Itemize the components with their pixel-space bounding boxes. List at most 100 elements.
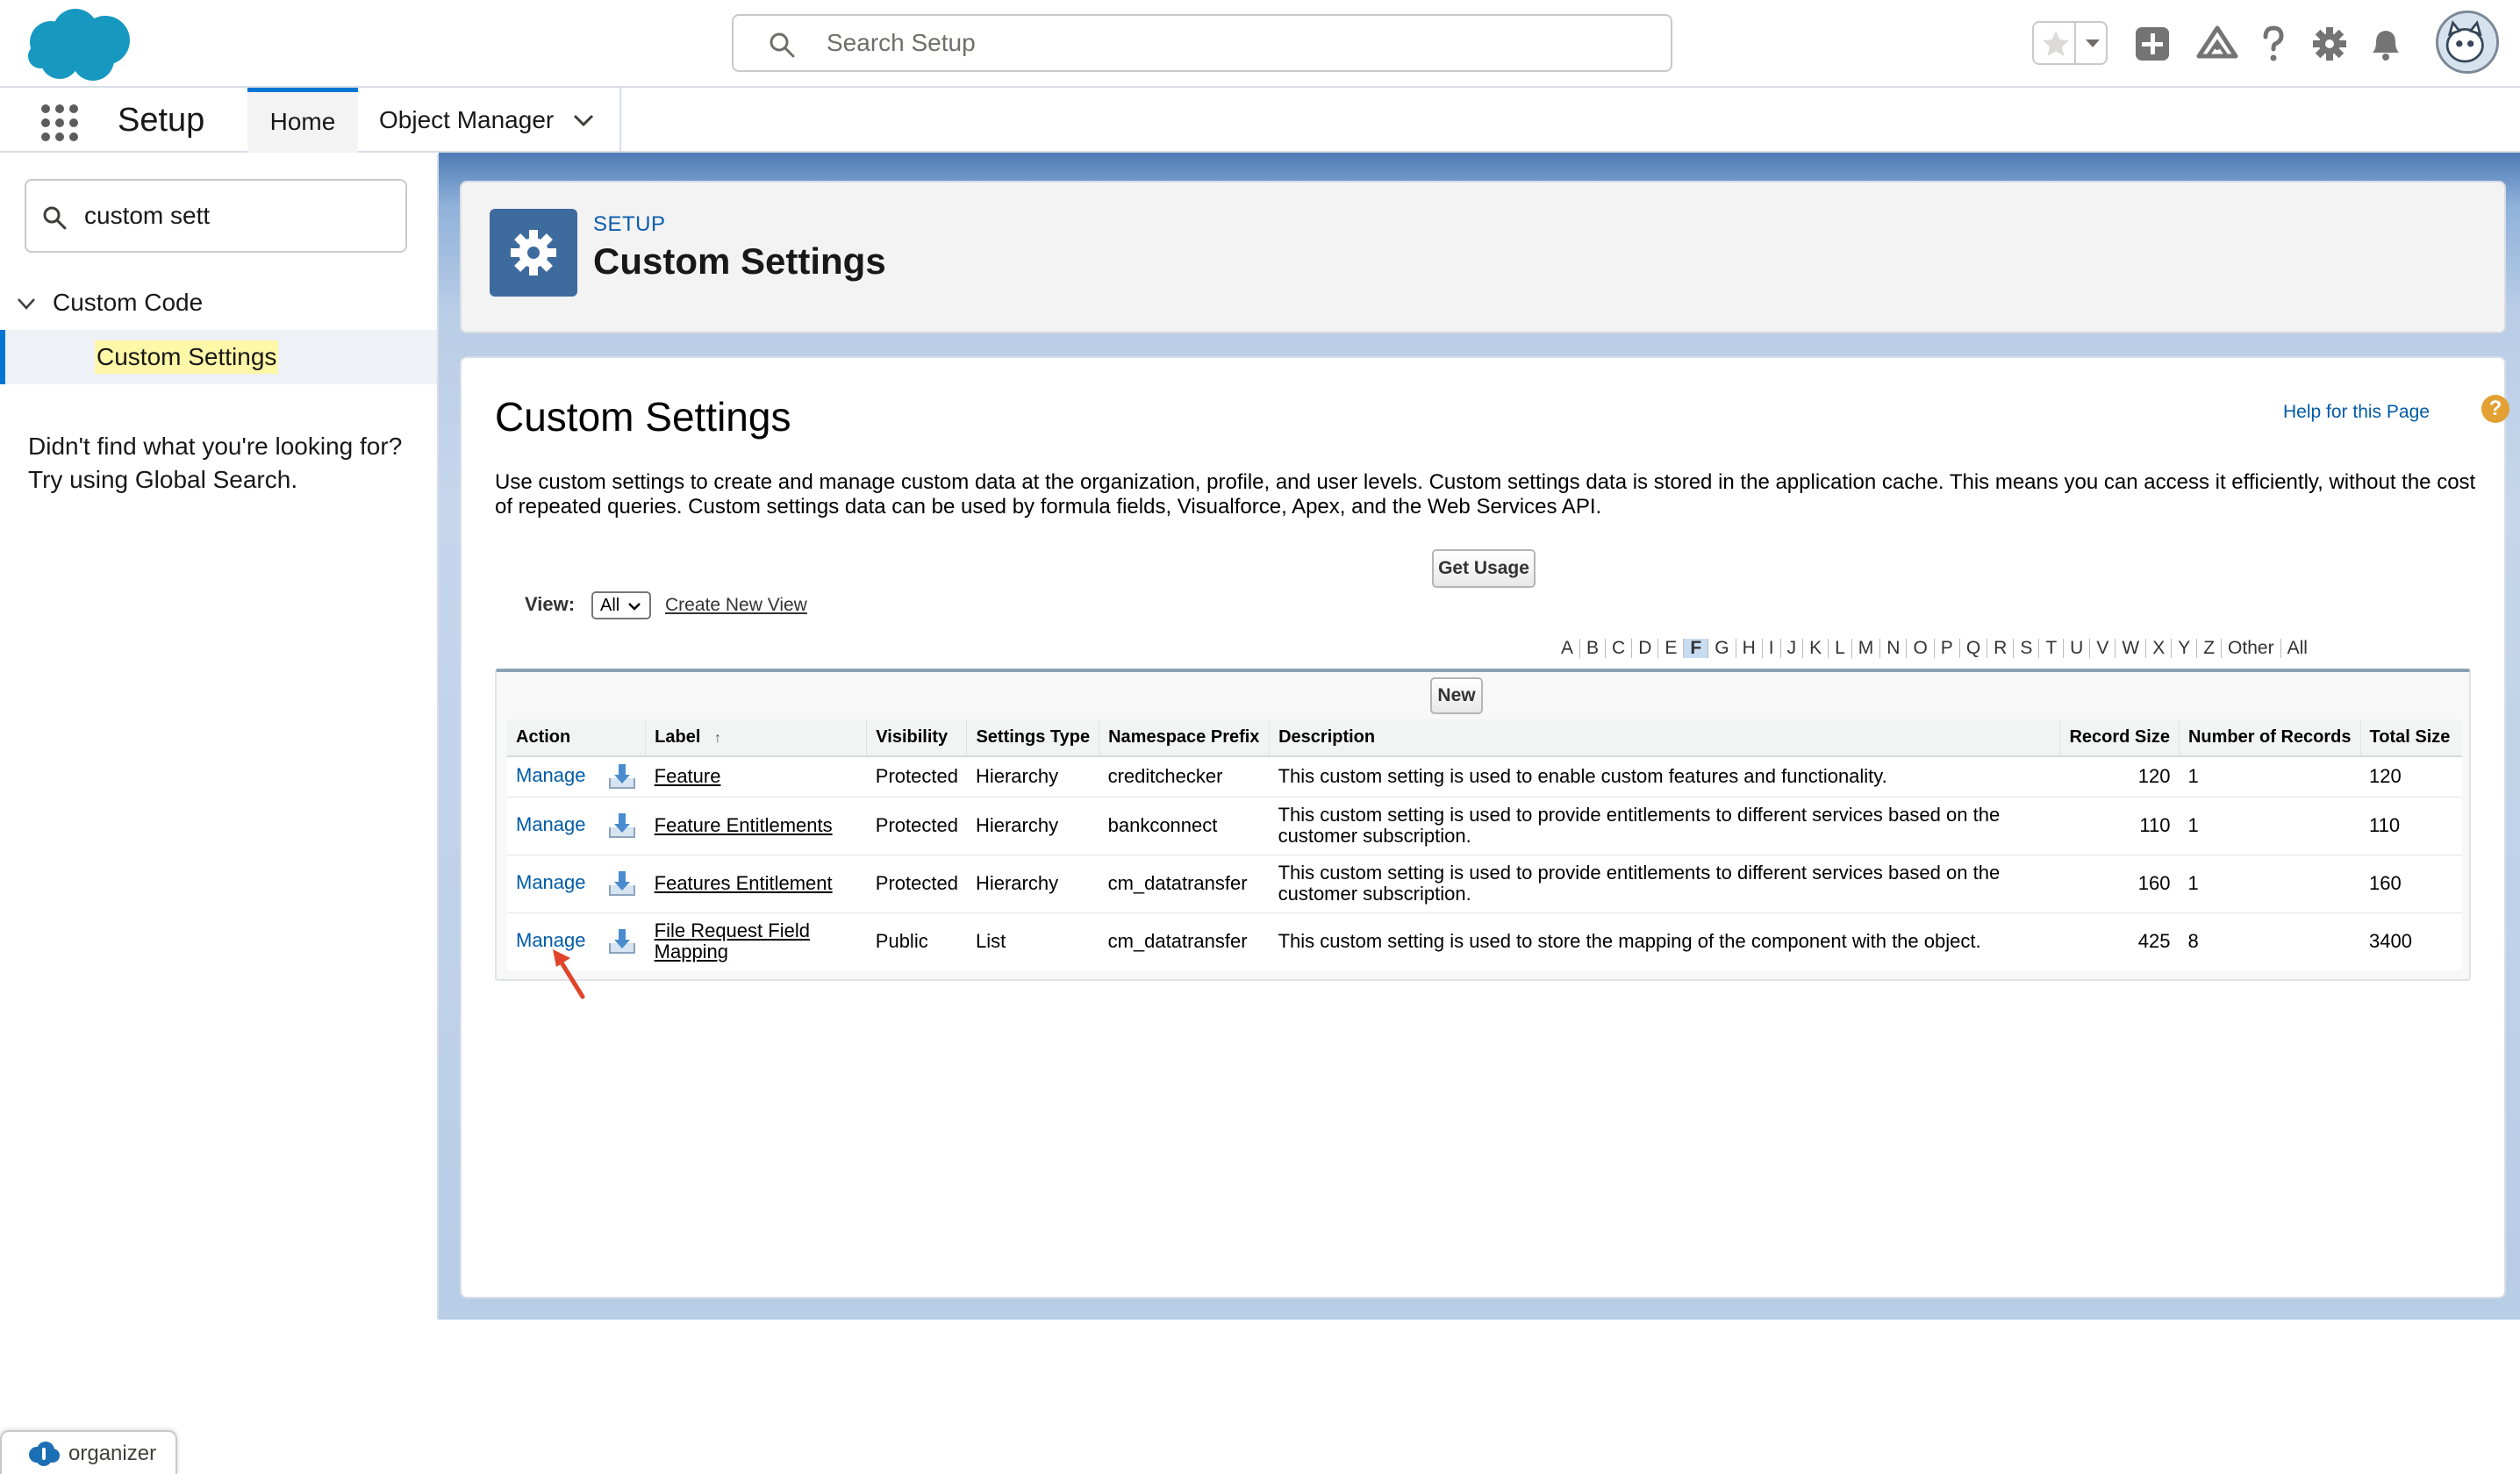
table-row: Manage Feature Protected Hierarchy credi… bbox=[507, 755, 2462, 797]
search-icon bbox=[43, 206, 67, 230]
tree-item-label: Custom Code bbox=[53, 289, 204, 316]
global-header bbox=[0, 0, 2520, 88]
label-link[interactable]: Feature bbox=[655, 765, 721, 787]
quick-find[interactable] bbox=[25, 179, 407, 253]
salesforce-logo[interactable] bbox=[25, 7, 133, 84]
tab-object-manager[interactable]: Object Manager bbox=[360, 88, 621, 153]
column-header-record-size[interactable]: Record Size bbox=[2059, 719, 2180, 757]
alphabet-letter[interactable]: H bbox=[1736, 639, 1763, 658]
tree-item-custom-code[interactable]: Custom Code bbox=[16, 281, 419, 325]
alphabet-letter[interactable]: R bbox=[1987, 639, 2015, 658]
gear-icon[interactable] bbox=[2308, 21, 2352, 67]
label-link[interactable]: Feature Entitlements bbox=[655, 814, 833, 836]
alphabet-letter[interactable]: W bbox=[2116, 639, 2147, 658]
alphabet-letter[interactable]: F bbox=[1684, 639, 1709, 658]
chevron-down-icon[interactable] bbox=[16, 293, 37, 314]
download-icon[interactable] bbox=[607, 812, 637, 840]
alphabet-letter[interactable]: C bbox=[1606, 639, 1633, 658]
column-header-label-text: Label bbox=[655, 727, 701, 747]
table-row: Manage Features Entitlement Protected Hi… bbox=[507, 854, 2462, 912]
table-row: Manage File Request Field Mapping Public… bbox=[507, 912, 2462, 970]
alphabet-letter[interactable]: E bbox=[1658, 639, 1685, 658]
column-header-description[interactable]: Description bbox=[1269, 719, 2060, 757]
label-link[interactable]: Features Entitlement bbox=[655, 872, 833, 894]
visibility-cell: Public bbox=[866, 912, 967, 970]
alphabet-letter[interactable]: L bbox=[1829, 639, 1852, 658]
column-header-total-size[interactable]: Total Size bbox=[2359, 719, 2462, 757]
namespace-cell: creditchecker bbox=[1099, 755, 1270, 797]
sort-asc-icon: ↑ bbox=[713, 731, 721, 746]
chevron-down-icon[interactable] bbox=[572, 109, 595, 132]
column-header-label[interactable]: Label ↑ bbox=[645, 719, 867, 757]
favorites-dropdown[interactable] bbox=[2074, 23, 2108, 63]
add-icon[interactable] bbox=[2130, 21, 2174, 67]
alphabet-letter[interactable]: K bbox=[1803, 639, 1829, 658]
column-header-namespace-prefix[interactable]: Namespace Prefix bbox=[1099, 719, 1270, 757]
alphabet-letter[interactable]: I bbox=[1763, 639, 1781, 658]
bell-icon[interactable] bbox=[2364, 21, 2408, 67]
alphabet-letter[interactable]: T bbox=[2039, 639, 2065, 658]
alphabet-letter[interactable]: N bbox=[1880, 639, 1908, 658]
alphabet-letter[interactable]: S bbox=[2014, 639, 2040, 658]
alphabet-letter[interactable]: V bbox=[2090, 639, 2116, 658]
manage-link[interactable]: Manage bbox=[516, 764, 586, 786]
new-button[interactable]: New bbox=[1430, 677, 1483, 714]
description-cell: This custom setting is used to provide e… bbox=[1269, 854, 2060, 912]
search-input[interactable] bbox=[825, 19, 1614, 67]
alphabet-letter[interactable]: D bbox=[1632, 639, 1659, 658]
get-usage-button[interactable]: Get Usage bbox=[1432, 549, 1536, 588]
namespace-cell: cm_datatransfer bbox=[1099, 912, 1270, 970]
download-icon[interactable] bbox=[607, 762, 637, 791]
label-cell: Features Entitlement bbox=[645, 854, 867, 912]
description-cell: This custom setting is used to provide e… bbox=[1269, 796, 2060, 855]
download-icon[interactable] bbox=[607, 869, 637, 898]
alphabet-letter[interactable]: J bbox=[1781, 639, 1804, 658]
avatar[interactable] bbox=[2436, 11, 2499, 74]
settings-type-cell: Hierarchy bbox=[966, 854, 1099, 912]
manage-link[interactable]: Manage bbox=[516, 871, 586, 893]
alphabet-letter[interactable]: All bbox=[2281, 639, 2314, 658]
breadcrumb[interactable]: SETUP bbox=[593, 212, 666, 237]
alphabet-letter[interactable]: U bbox=[2064, 639, 2091, 658]
view-select[interactable]: All bbox=[591, 591, 651, 619]
help-icon[interactable] bbox=[2252, 21, 2295, 67]
tree-item-custom-settings[interactable]: Custom Settings bbox=[0, 330, 437, 384]
alphabet-letter[interactable]: M bbox=[1852, 639, 1881, 658]
column-header-action: Action bbox=[507, 719, 646, 757]
column-header-number-of-records[interactable]: Number of Records bbox=[2178, 719, 2361, 757]
trailhead-icon[interactable] bbox=[2195, 21, 2239, 67]
column-header-settings-type[interactable]: Settings Type bbox=[966, 719, 1099, 757]
alphabet-letter[interactable]: O bbox=[1907, 639, 1935, 658]
alphabet-letter[interactable]: X bbox=[2146, 639, 2173, 658]
app-launcher-icon[interactable] bbox=[40, 104, 79, 142]
alphabet-letter[interactable]: G bbox=[1708, 639, 1736, 658]
not-found-message: Didn't find what you're looking for? Try… bbox=[28, 433, 403, 493]
record-size-cell: 110 bbox=[2059, 796, 2180, 855]
organizer-widget[interactable]: organizer bbox=[0, 1430, 177, 1474]
alphabet-letter[interactable]: Other bbox=[2222, 639, 2281, 658]
organizer-label: organizer bbox=[68, 1442, 157, 1465]
star-icon[interactable] bbox=[2037, 26, 2074, 61]
alphabet-letter[interactable]: Q bbox=[1960, 639, 1988, 658]
alphabet-letter[interactable]: Y bbox=[2172, 639, 2198, 658]
record-size-cell: 160 bbox=[2059, 854, 2180, 912]
alphabet-letter[interactable]: P bbox=[1935, 639, 1960, 658]
search-setup[interactable] bbox=[732, 14, 1672, 72]
create-new-view-link[interactable]: Create New View bbox=[665, 595, 807, 616]
column-header-visibility[interactable]: Visibility bbox=[866, 719, 967, 757]
label-link[interactable]: File Request Field Mapping bbox=[655, 919, 810, 962]
alphabet-letter[interactable]: B bbox=[1580, 639, 1607, 658]
download-icon[interactable] bbox=[607, 927, 637, 955]
alphabet-letter[interactable]: A bbox=[1555, 639, 1581, 658]
tree-item-label: Custom Settings bbox=[95, 340, 279, 374]
manage-link[interactable]: Manage bbox=[516, 813, 586, 835]
chevron-down-icon bbox=[628, 603, 641, 611]
alphabet-letter[interactable]: Z bbox=[2197, 639, 2223, 658]
help-link[interactable]: Help for this Page bbox=[2283, 402, 2430, 423]
view-select-value: All bbox=[600, 596, 620, 615]
content-card: Custom Settings Help for this Page ? Use… bbox=[460, 356, 2509, 1299]
help-icon[interactable]: ? bbox=[2481, 395, 2509, 423]
visibility-cell: Protected bbox=[866, 854, 967, 912]
tab-home[interactable]: Home bbox=[247, 88, 358, 153]
quick-find-input[interactable] bbox=[82, 190, 390, 242]
